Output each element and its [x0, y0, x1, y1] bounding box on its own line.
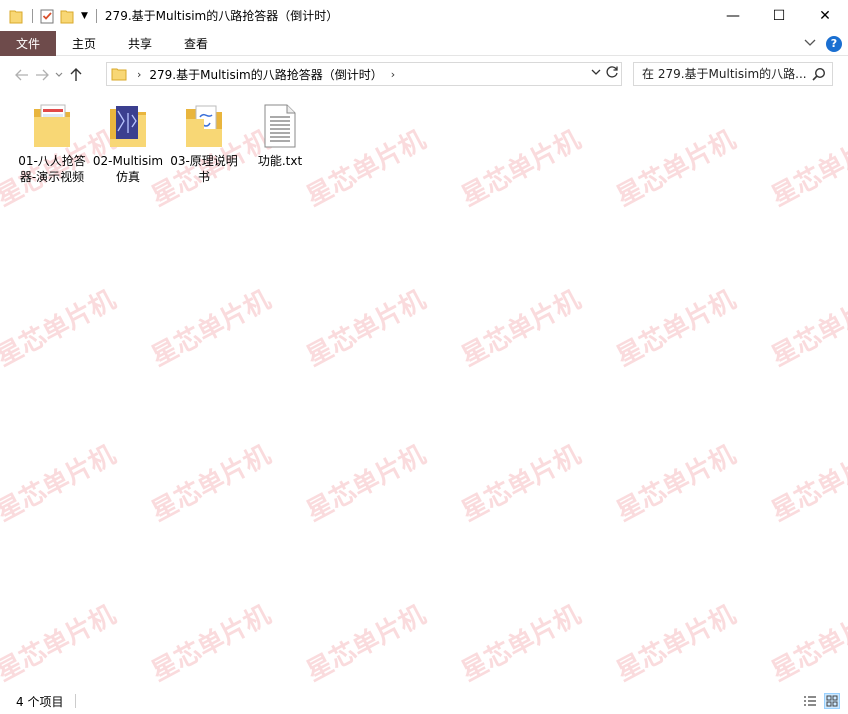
watermark-text: 星芯单片机	[456, 284, 586, 373]
watermark-text: 星芯单片机	[456, 599, 586, 683]
refresh-icon[interactable]	[605, 65, 619, 83]
tab-home[interactable]: 主页	[56, 31, 112, 56]
file-name: 03-原理说明书	[170, 154, 238, 184]
watermark-text: 星芯单片机	[0, 284, 121, 373]
text-file-icon	[256, 101, 304, 151]
list-item-folder-manual[interactable]: 03-原理说明书	[166, 101, 242, 185]
watermark-text: 星芯单片机	[611, 599, 741, 683]
tab-share[interactable]: 共享	[112, 31, 168, 56]
watermark-text: 星芯单片机	[0, 439, 121, 528]
watermark-text: 星芯单片机	[456, 439, 586, 528]
watermark-text: 星芯单片机	[611, 439, 741, 528]
tab-file[interactable]: 文件	[0, 30, 56, 56]
address-history-chevron-icon[interactable]	[591, 66, 601, 79]
watermark-text: 星芯单片机	[146, 284, 276, 373]
list-item-folder-video[interactable]: 01-八人抢答器-演示视频	[14, 101, 90, 185]
watermark-text: 星芯单片机	[766, 284, 848, 373]
watermark-text: 星芯单片机	[146, 599, 276, 683]
maximize-button[interactable]: ☐	[756, 0, 802, 31]
window-controls: — ☐ ✕	[710, 0, 848, 31]
ribbon-right-controls: ?	[804, 31, 842, 56]
watermark-text: 星芯单片机	[301, 284, 431, 373]
list-item-text-file[interactable]: 功能.txt	[242, 101, 318, 185]
quick-access-toolbar: ▼ 279.基于Multisim的八路抢答器（倒计时）	[0, 0, 338, 31]
details-view-icon[interactable]	[802, 693, 818, 709]
watermark-text: 星芯单片机	[766, 599, 848, 683]
close-button[interactable]: ✕	[802, 0, 848, 31]
file-list: 01-八人抢答器-演示视频 02-Multisim仿真 03-原理说明书 功能.…	[14, 101, 318, 185]
search-input[interactable]	[642, 67, 812, 81]
watermark-text: 星芯单片机	[456, 124, 586, 213]
pdf-folder-icon	[180, 101, 228, 151]
help-icon[interactable]: ?	[826, 35, 842, 52]
toolbar-divider	[32, 8, 33, 23]
tab-view[interactable]: 查看	[168, 31, 224, 56]
window-title: 279.基于Multisim的八路抢答器（倒计时）	[104, 9, 339, 23]
breadcrumb-separator-icon[interactable]: ›	[137, 68, 141, 81]
view-toggle	[796, 693, 840, 709]
new-folder-icon[interactable]	[59, 8, 75, 24]
recent-locations-chevron-icon[interactable]	[52, 64, 66, 86]
properties-icon[interactable]	[39, 8, 55, 24]
up-arrow-icon[interactable]	[66, 64, 86, 86]
file-name: 功能.txt	[257, 154, 303, 168]
file-name: 01-八人抢答器-演示视频	[18, 154, 86, 184]
status-divider	[75, 694, 77, 708]
title-bar: ▼ 279.基于Multisim的八路抢答器（倒计时） — ☐ ✕	[0, 0, 848, 31]
item-count: 4 个项目	[16, 694, 64, 709]
minimize-button[interactable]: —	[710, 0, 756, 31]
folder-icon	[8, 8, 24, 24]
folder-icon	[111, 67, 127, 81]
file-name: 02-Multisim仿真	[92, 154, 164, 184]
search-box[interactable]	[633, 62, 833, 86]
navigation-bar: › 279.基于Multisim的八路抢答器（倒计时） ›	[0, 57, 848, 93]
watermark-text: 星芯单片机	[611, 284, 741, 373]
breadcrumb-current-folder[interactable]: 279.基于Multisim的八路抢答器（倒计时）	[149, 66, 382, 83]
status-bar: 4 个项目	[0, 688, 848, 714]
watermark-text: 星芯单片机	[766, 124, 848, 213]
watermark-text: 星芯单片机	[301, 599, 431, 683]
address-bar[interactable]: › 279.基于Multisim的八路抢答器（倒计时） ›	[106, 62, 622, 86]
watermark-text: 星芯单片机	[0, 599, 121, 683]
document-folder-icon	[104, 101, 152, 151]
watermark-text: 星芯单片机	[611, 124, 741, 213]
watermark-text: 星芯单片机	[301, 439, 431, 528]
watermark-text: 星芯单片机	[146, 439, 276, 528]
breadcrumb-separator-icon[interactable]: ›	[391, 68, 395, 81]
expand-ribbon-chevron-icon[interactable]	[804, 37, 816, 50]
file-view[interactable]: 星芯单片机 星芯单片机 星芯单片机 星芯单片机 星芯单片机 星芯单片机 星芯单片机 星芯单片机…	[0, 93, 848, 683]
list-item-folder-multisim[interactable]: 02-Multisim仿真	[90, 101, 166, 185]
back-arrow-icon[interactable]	[12, 64, 32, 86]
customize-toolbar-chevron-icon[interactable]: ▼	[81, 11, 88, 21]
video-folder-icon	[28, 101, 76, 151]
toolbar-divider	[95, 8, 97, 23]
search-icon[interactable]	[812, 67, 826, 84]
watermark-text: 星芯单片机	[301, 124, 431, 213]
large-icons-view-icon[interactable]	[824, 693, 840, 709]
forward-arrow-icon[interactable]	[32, 64, 52, 86]
watermark-text: 星芯单片机	[766, 439, 848, 528]
ribbon-tabs: 文件 主页 共享 查看 ?	[0, 30, 848, 56]
